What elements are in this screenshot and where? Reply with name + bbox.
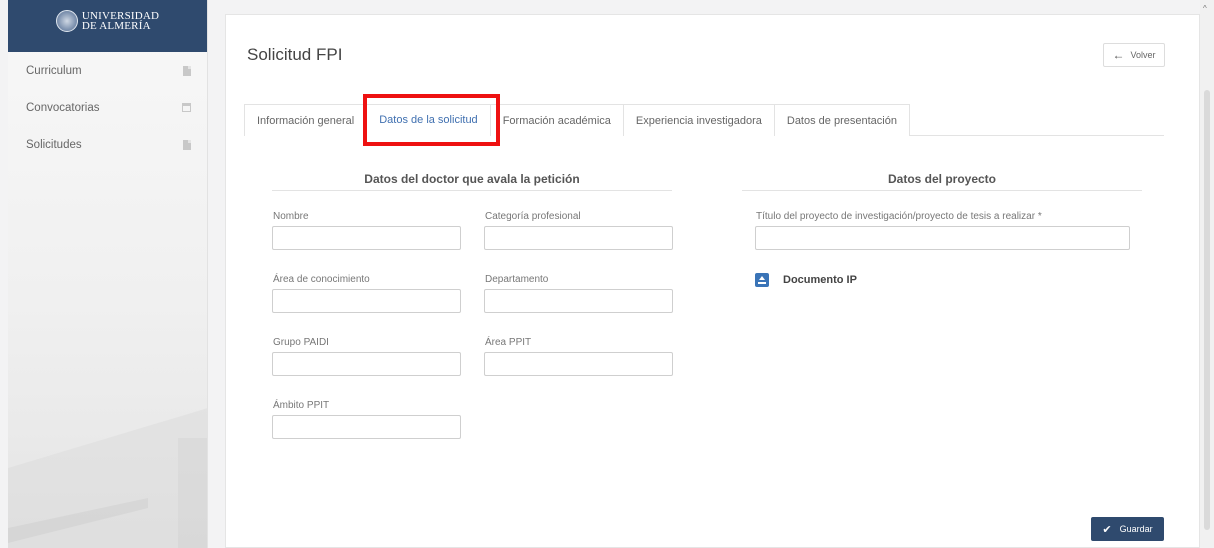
- annotation-highlight-box: [363, 94, 500, 146]
- doctor-section-title: Datos del doctor que avala la petición: [272, 172, 672, 191]
- sidebar-item-label: Curriculum: [26, 64, 82, 77]
- sidebar-item-convocatorias[interactable]: Convocatorias: [8, 89, 207, 126]
- area-conocimiento-label: Área de conocimiento: [273, 274, 370, 285]
- grupo-paidi-label: Grupo PAIDI: [273, 337, 329, 348]
- tab-formacion-academica[interactable]: Formación académica: [489, 104, 624, 136]
- save-button-label: Guardar: [1119, 524, 1153, 534]
- upload-icon: [755, 273, 769, 287]
- sidebar: UNIVERSIDAD DE ALMERÍA Curriculum Convoc…: [8, 0, 208, 548]
- university-logo[interactable]: UNIVERSIDAD DE ALMERÍA: [55, 10, 159, 32]
- calendar-icon: [182, 103, 191, 112]
- document-icon: [183, 139, 191, 150]
- save-button[interactable]: ✔ Guardar: [1091, 517, 1164, 541]
- page-title: Solicitud FPI: [247, 45, 343, 64]
- tab-datos-presentacion[interactable]: Datos de presentación: [773, 104, 910, 136]
- logo-text: UNIVERSIDAD DE ALMERÍA: [81, 11, 159, 32]
- main-panel: Solicitud FPI ← Volver Información gener…: [225, 14, 1200, 548]
- categoria-label: Categoría profesional: [485, 211, 581, 222]
- sidebar-item-solicitudes[interactable]: Solicitudes: [8, 126, 207, 163]
- tab-label: Información general: [257, 114, 355, 127]
- tab-label: Formación académica: [502, 114, 611, 127]
- tab-label: Datos de presentación: [786, 114, 897, 127]
- departamento-field[interactable]: [484, 289, 673, 313]
- area-ppit-field[interactable]: [484, 352, 673, 376]
- checkmark-icon: ✔: [1102, 523, 1112, 536]
- area-conocimiento-field[interactable]: [272, 289, 461, 313]
- scrollbar-thumb[interactable]: [1204, 90, 1210, 530]
- back-button[interactable]: ← Volver: [1103, 43, 1165, 67]
- university-seal-icon: [55, 10, 78, 32]
- sidebar-item-label: Solicitudes: [26, 138, 82, 151]
- titulo-proyecto-field[interactable]: [755, 226, 1130, 250]
- scrollbar[interactable]: ^: [1200, 0, 1214, 548]
- arrow-left-icon: ←: [1112, 48, 1125, 62]
- sidebar-item-label: Convocatorias: [26, 101, 100, 114]
- tab-informacion-general[interactable]: Información general: [244, 104, 368, 136]
- grupo-paidi-field[interactable]: [272, 352, 461, 376]
- tab-experiencia-investigadora[interactable]: Experiencia investigadora: [622, 104, 775, 136]
- project-section-title: Datos del proyecto: [742, 172, 1142, 191]
- ambito-ppit-field[interactable]: [272, 415, 461, 439]
- logo-line-2: DE ALMERÍA: [81, 20, 151, 32]
- categoria-profesional-field[interactable]: [484, 226, 673, 250]
- documento-ip-upload[interactable]: Documento IP: [755, 273, 857, 287]
- logo-bar: UNIVERSIDAD DE ALMERÍA: [8, 0, 207, 52]
- titulo-proyecto-label: Título del proyecto de investigación/pro…: [756, 211, 1042, 222]
- nombre-field[interactable]: [272, 226, 461, 250]
- documento-ip-label: Documento IP: [783, 274, 857, 286]
- nombre-label: Nombre: [273, 211, 309, 222]
- sidebar-item-curriculum[interactable]: Curriculum: [8, 52, 207, 89]
- tab-label: Experiencia investigadora: [635, 114, 762, 127]
- scroll-up-icon[interactable]: ^: [1203, 4, 1207, 13]
- back-button-label: Volver: [1130, 50, 1156, 60]
- area-ppit-label: Área PPIT: [485, 337, 532, 348]
- building-background-image: [8, 408, 207, 548]
- ambito-ppit-label: Ámbito PPIT: [273, 400, 330, 411]
- document-icon: [183, 65, 191, 76]
- departamento-label: Departamento: [485, 274, 549, 285]
